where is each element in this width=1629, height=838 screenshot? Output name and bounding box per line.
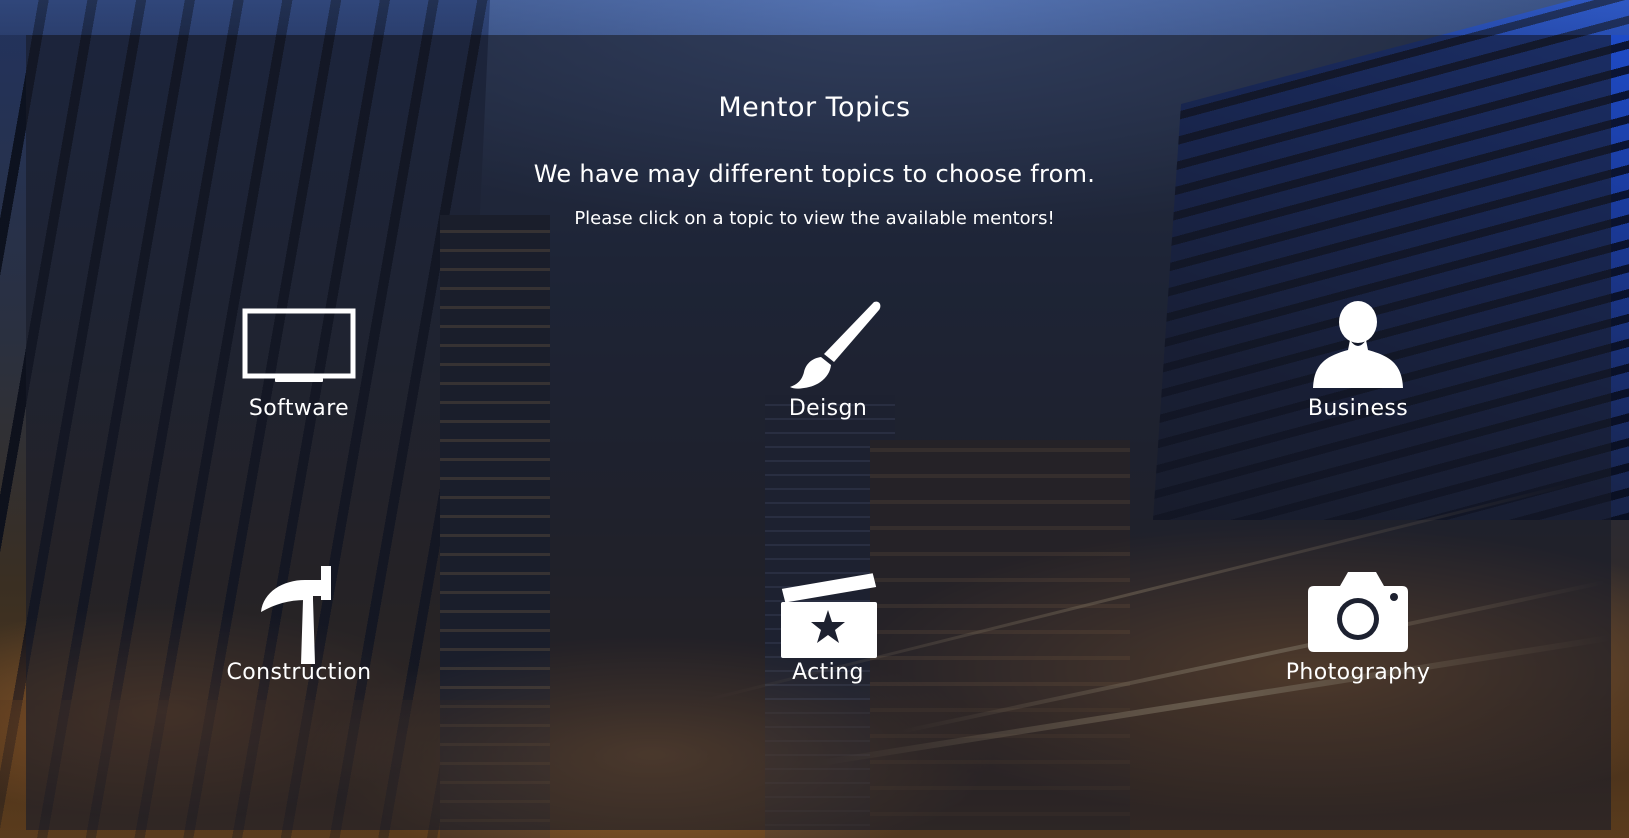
topic-software[interactable]: Software bbox=[189, 300, 409, 421]
page-title: Mentor Topics bbox=[718, 92, 911, 123]
page: Mentor Topics We have may different topi… bbox=[0, 0, 1629, 838]
topic-photography[interactable]: Photography bbox=[1248, 564, 1468, 685]
topic-construction[interactable]: Construction bbox=[189, 564, 409, 685]
page-subtitle: We have may different topics to choose f… bbox=[533, 160, 1096, 188]
camera-icon bbox=[1248, 564, 1468, 664]
hammer-icon bbox=[189, 564, 409, 664]
monitor-icon bbox=[189, 300, 409, 400]
topic-acting[interactable]: Acting bbox=[718, 564, 938, 685]
clapperboard-icon bbox=[718, 564, 938, 664]
background-top-strip bbox=[0, 0, 1629, 35]
person-icon bbox=[1248, 300, 1468, 400]
topic-design[interactable]: Deisgn bbox=[718, 300, 938, 421]
topic-business[interactable]: Business bbox=[1248, 300, 1468, 421]
paintbrush-icon bbox=[718, 300, 938, 400]
page-hint: Please click on a topic to view the avai… bbox=[574, 208, 1055, 229]
content-overlay bbox=[26, 35, 1611, 830]
